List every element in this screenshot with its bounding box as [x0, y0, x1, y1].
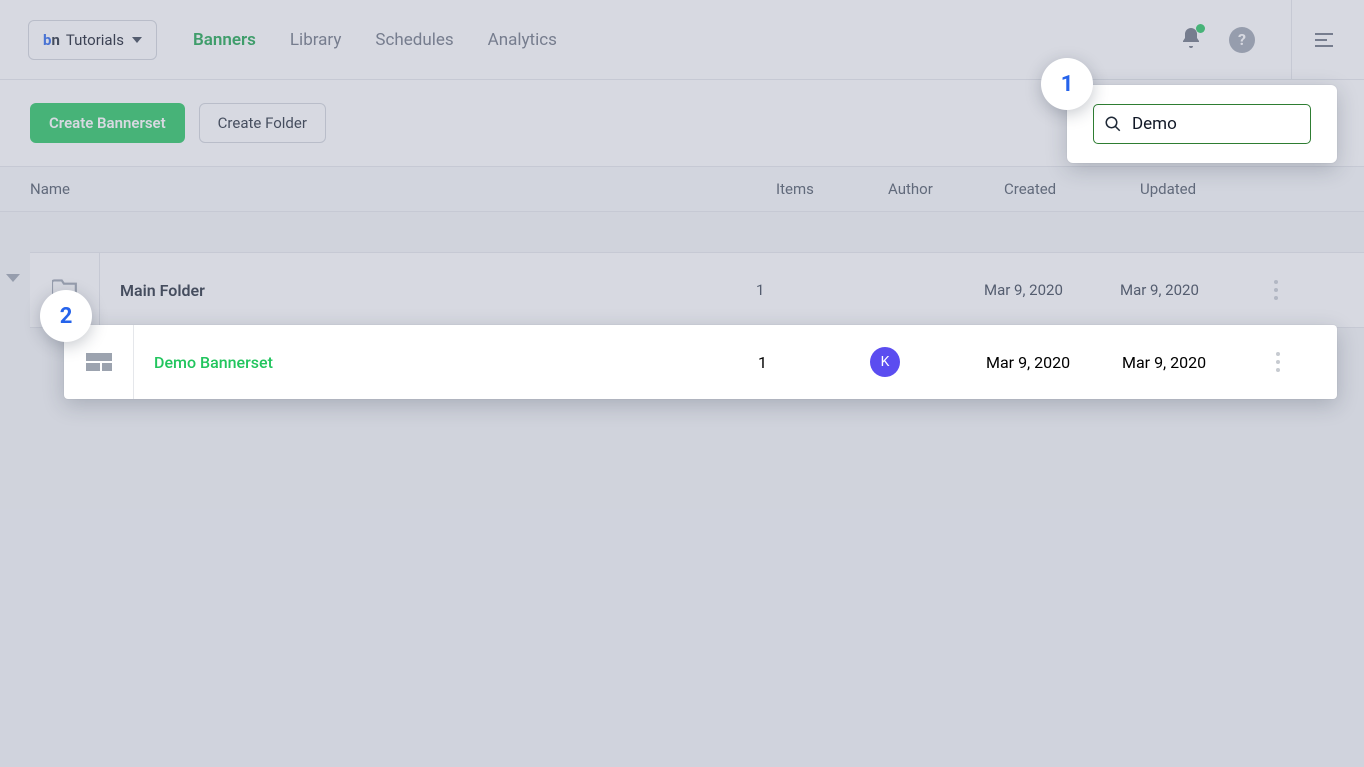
row-items: 1 [756, 281, 868, 299]
tour-highlight-row[interactable]: Demo Bannerset 1 K Mar 9, 2020 Mar 9, 20… [64, 325, 1337, 399]
column-created: Created [1004, 180, 1140, 198]
help-button[interactable]: ? [1229, 27, 1255, 53]
row-actions[interactable] [1256, 280, 1296, 300]
column-author: Author [888, 180, 1004, 198]
help-icon: ? [1238, 30, 1246, 49]
create-bannerset-label: Create Bannerset [49, 114, 166, 132]
chevron-down-icon [6, 274, 20, 282]
notifications-button[interactable] [1179, 26, 1203, 54]
create-bannerset-button[interactable]: Create Bannerset [30, 103, 185, 143]
nav-library[interactable]: Library [290, 30, 341, 50]
search-value: Demo [1132, 114, 1177, 134]
nav-banners[interactable]: Banners [193, 30, 256, 50]
more-icon [1258, 352, 1298, 372]
row-updated: Mar 9, 2020 [1122, 353, 1258, 372]
row-actions[interactable] [1258, 352, 1298, 372]
row-created: Mar 9, 2020 [986, 353, 1122, 372]
expand-toggle[interactable] [6, 274, 20, 282]
row-name: Demo Bannerset [134, 353, 758, 372]
nav-schedules[interactable]: Schedules [375, 30, 453, 50]
logo-letter-b: b [43, 31, 51, 49]
marker-number: 1 [1061, 72, 1074, 97]
tour-step-marker-1: 1 [1041, 58, 1093, 110]
create-folder-label: Create Folder [218, 114, 307, 132]
topbar-right: ? [1179, 0, 1336, 80]
table-header: Name Items Author Created Updated [0, 166, 1364, 212]
column-items: Items [776, 180, 888, 198]
row-updated: Mar 9, 2020 [1120, 281, 1256, 299]
nav-analytics[interactable]: Analytics [488, 30, 557, 50]
column-updated: Updated [1140, 180, 1276, 198]
row-name: Main Folder [100, 281, 756, 300]
topbar: b n Tutorials Banners Library Schedules … [0, 0, 1364, 80]
workspace-name: Tutorials [66, 31, 124, 49]
logo-letter-n: n [51, 31, 59, 49]
bannerset-icon [86, 353, 112, 371]
marker-number: 2 [60, 304, 73, 329]
table-row-folder[interactable]: Main Folder 1 Mar 9, 2020 Mar 9, 2020 [30, 252, 1364, 328]
more-icon [1256, 280, 1296, 300]
row-author: K [870, 347, 986, 377]
create-folder-button[interactable]: Create Folder [199, 103, 326, 143]
main-nav: Banners Library Schedules Analytics [193, 30, 557, 50]
avatar: K [870, 347, 900, 377]
row-items: 1 [758, 353, 870, 372]
row-created: Mar 9, 2020 [984, 281, 1120, 299]
tour-step-marker-2: 2 [40, 290, 92, 342]
notification-dot-icon [1196, 24, 1205, 33]
avatar-initial: K [881, 354, 890, 370]
workspace-switcher[interactable]: b n Tutorials [28, 20, 157, 60]
column-name: Name [30, 180, 776, 198]
search-input[interactable]: Demo [1093, 104, 1311, 144]
panel-toggle-icon [1312, 28, 1336, 52]
search-icon [1104, 115, 1122, 133]
tour-highlight-search: Demo [1067, 85, 1337, 163]
chevron-down-icon [132, 37, 142, 43]
side-panel-toggle[interactable] [1291, 0, 1336, 80]
